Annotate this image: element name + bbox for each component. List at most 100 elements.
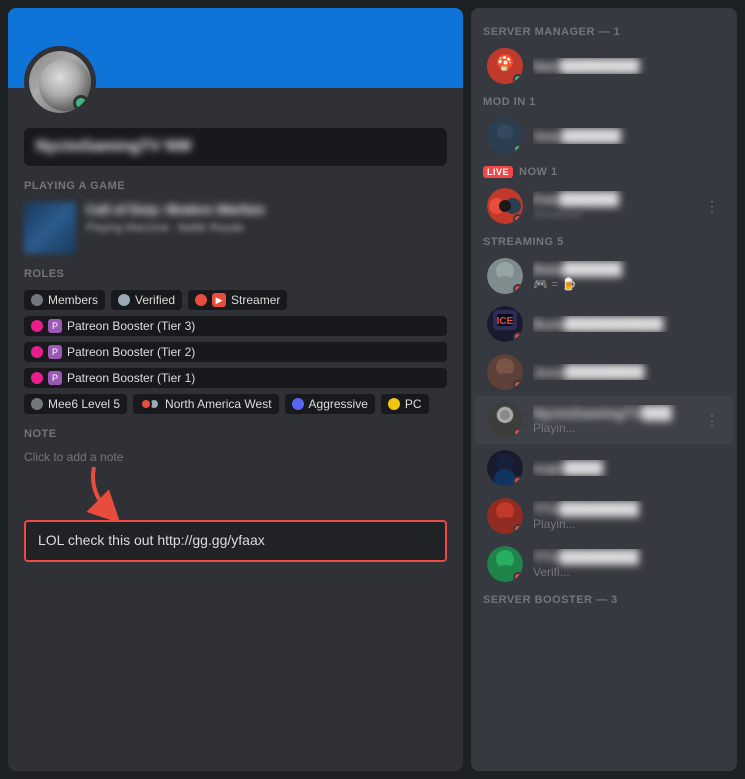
role-pc: PC xyxy=(381,394,429,414)
role-label: Aggressive xyxy=(309,397,368,411)
member-status: Verifi... xyxy=(533,565,721,579)
avatar xyxy=(487,258,523,294)
role-patreon-tier1: P Patreon Booster (Tier 1) xyxy=(24,368,447,388)
role-label: Verified xyxy=(135,293,175,307)
status-dot-streaming xyxy=(513,332,523,342)
roles-section: ROLES Members Verified ▶ Streamer xyxy=(24,268,447,414)
list-item[interactable]: Bala██████ 🎮 = 🍺 xyxy=(475,252,733,300)
role-icon: ▶ xyxy=(212,293,226,307)
avatar xyxy=(487,546,523,582)
game-card: Call of Duty: Modern Warfare Playing War… xyxy=(24,202,447,254)
member-info: TTV████████ Verifi... xyxy=(533,549,721,579)
role-streamer: ▶ Streamer xyxy=(188,290,287,310)
note-text: LOL check this out http://gg.gg/yfaax xyxy=(38,532,265,548)
svg-text:ICE: ICE xyxy=(497,316,514,327)
list-item[interactable]: supr████ xyxy=(475,444,733,492)
member-info: Nari████████ xyxy=(533,58,721,74)
member-info: Bala██████ 🎮 = 🍺 xyxy=(533,261,721,291)
role-members: Members xyxy=(24,290,105,310)
member-name: supr████ xyxy=(533,460,721,476)
status-dot-streaming xyxy=(513,284,523,294)
list-item[interactable]: Juss████████ xyxy=(475,348,733,396)
avatar xyxy=(487,498,523,534)
list-item[interactable]: ICE Bum██████████ xyxy=(475,300,733,348)
role-dot xyxy=(388,398,400,410)
role-label: Patreon Booster (Tier 1) xyxy=(67,371,195,385)
role-icon: P xyxy=(48,319,62,333)
category-streaming: STREAMING 5 xyxy=(471,230,737,252)
profile-banner xyxy=(8,8,463,88)
category-server-manager: SERVER MANAGER — 1 xyxy=(471,20,737,42)
game-thumb-img xyxy=(24,202,76,254)
arrow-icon xyxy=(84,462,144,522)
note-input[interactable]: LOL check this out http://gg.gg/yfaax xyxy=(24,520,447,562)
role-icon: P xyxy=(48,345,62,359)
role-dot xyxy=(31,320,43,332)
list-item[interactable]: TTV████████ Playin... xyxy=(475,492,733,540)
action-icon: ⋮ xyxy=(703,411,721,429)
role-dot-1 xyxy=(140,398,152,410)
game-info: Call of Duty: Modern Warfare Playing War… xyxy=(86,202,447,235)
list-item[interactable]: 🍄 Nari████████ xyxy=(475,42,733,90)
role-verified: Verified xyxy=(111,290,182,310)
note-section: NOTE Click to add a note LOL check this … xyxy=(24,428,447,562)
member-status: 🎮 = 🍺 xyxy=(533,277,721,291)
playing-label: PLAYING A GAME xyxy=(24,180,447,192)
role-label: Streamer xyxy=(231,293,280,307)
list-item[interactable]: fran██████ Streamer ⋮ xyxy=(475,182,733,230)
role-label: Mee6 Level 5 xyxy=(48,397,120,411)
role-mee6: Mee6 Level 5 xyxy=(24,394,127,414)
avatar xyxy=(487,188,523,224)
role-dot xyxy=(31,294,43,306)
game-detail: Playing Warzone - Battle Royale xyxy=(86,221,447,235)
role-patreon-tier2: P Patreon Booster (Tier 2) xyxy=(24,342,447,362)
avatar xyxy=(487,450,523,486)
role-label: North America West xyxy=(165,397,271,411)
member-info: NyctoGamingTV███ Playin... xyxy=(533,405,693,435)
game-title: Call of Duty: Modern Warfare xyxy=(86,202,447,219)
status-dot-streaming xyxy=(513,214,523,224)
playing-section: PLAYING A GAME Call of Duty: Modern Warf… xyxy=(24,180,447,254)
roles-label: ROLES xyxy=(24,268,447,280)
role-label: Members xyxy=(48,293,98,307)
list-item[interactable]: Voic██████ xyxy=(475,112,733,160)
member-info: Juss████████ xyxy=(533,364,721,380)
member-name: Juss████████ xyxy=(533,364,721,380)
member-status: Streamer xyxy=(533,207,693,221)
arrow-container xyxy=(24,472,447,520)
game-thumbnail xyxy=(24,202,76,254)
status-dot-streaming xyxy=(513,476,523,486)
role-dot xyxy=(292,398,304,410)
status-dot xyxy=(513,74,523,84)
live-badge: LIVE xyxy=(483,166,513,178)
avatar xyxy=(487,354,523,390)
category-live-now: LIVE NOW 1 xyxy=(471,160,737,182)
member-name: Bum██████████ xyxy=(533,316,721,332)
svg-text:🍄: 🍄 xyxy=(496,55,513,72)
member-info: TTV████████ Playin... xyxy=(533,501,721,531)
member-name: Nari████████ xyxy=(533,58,721,74)
member-status: Playin... xyxy=(533,517,721,531)
category-label: NOW 1 xyxy=(519,166,558,178)
status-dot-streaming xyxy=(513,380,523,390)
role-label: PC xyxy=(405,397,422,411)
role-dot xyxy=(31,372,43,384)
list-item[interactable]: TTV████████ Verifi... xyxy=(475,540,733,588)
member-info: supr████ xyxy=(533,460,721,476)
status-dot-streaming xyxy=(513,572,523,582)
role-dot xyxy=(195,294,207,306)
role-dot xyxy=(31,346,43,358)
avatar xyxy=(487,118,523,154)
list-item-active[interactable]: NyctoGamingTV███ Playin... ⋮ xyxy=(475,396,733,444)
member-name: Voic██████ xyxy=(533,128,721,144)
role-label: Patreon Booster (Tier 3) xyxy=(67,319,195,333)
avatar: ICE xyxy=(487,306,523,342)
status-dot xyxy=(513,144,523,154)
status-dot-streaming xyxy=(513,428,523,438)
profile-content: NyctoGamingTV NW PLAYING A GAME Call of … xyxy=(8,88,463,590)
member-info: Voic██████ xyxy=(533,128,721,144)
username: NyctoGamingTV NW xyxy=(36,138,435,156)
avatar xyxy=(24,46,96,118)
role-aggressive: Aggressive xyxy=(285,394,375,414)
status-dot-streaming xyxy=(513,524,523,534)
